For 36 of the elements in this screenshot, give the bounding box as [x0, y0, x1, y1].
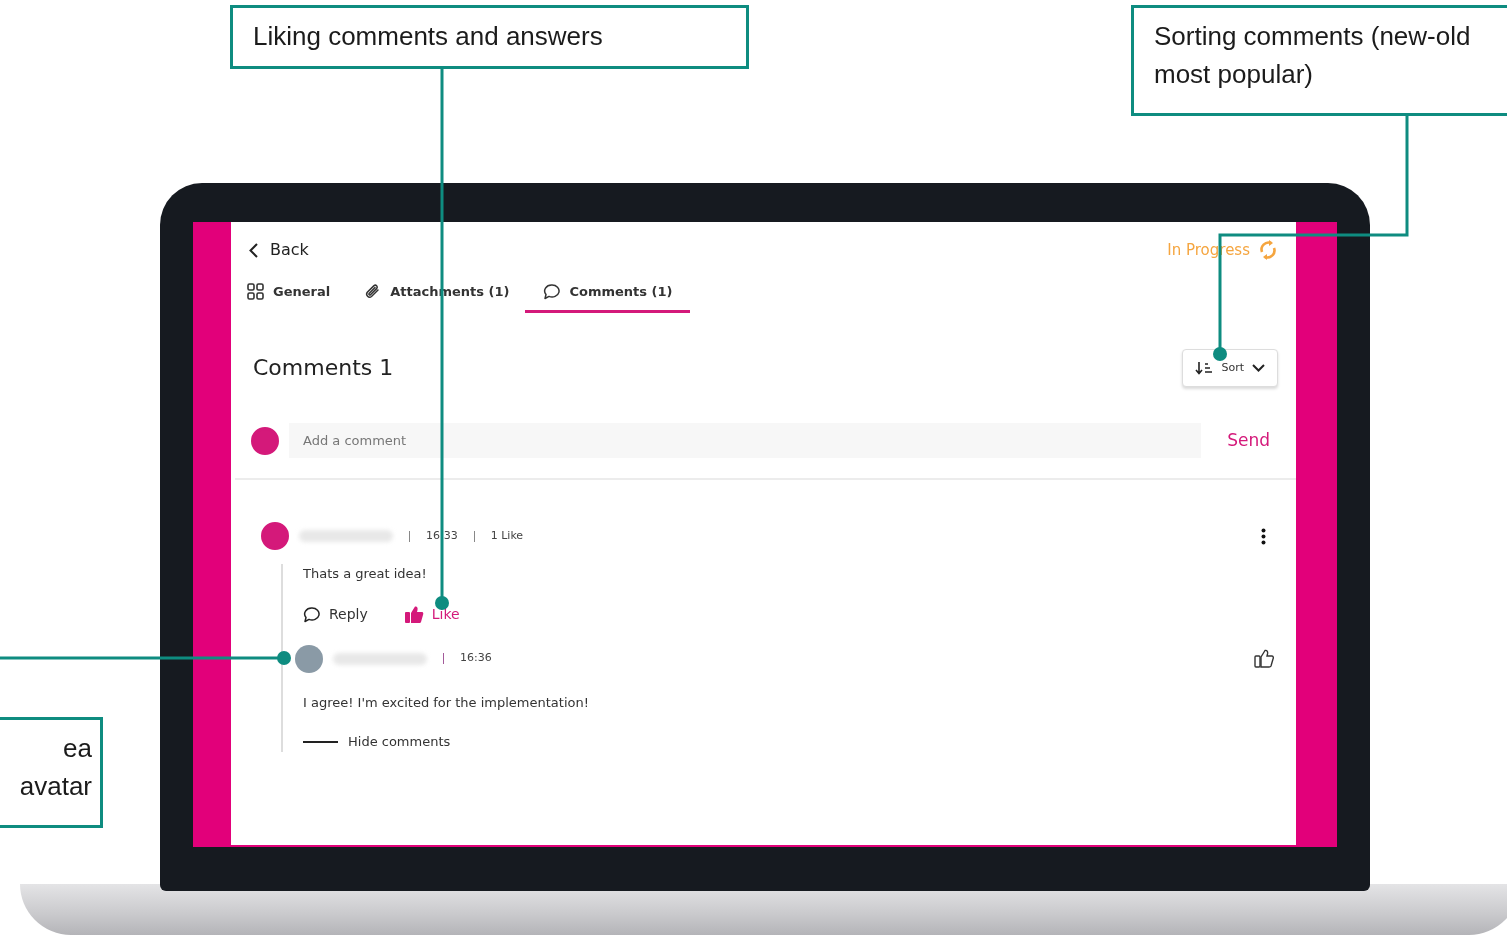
grid-icon — [247, 283, 264, 301]
avatar — [295, 644, 323, 673]
tab[interactable]: Comments (1) — [525, 282, 690, 313]
callout-text: Liking comments and answers — [253, 21, 603, 51]
comment-text: I agree! I'm excited for the implementation! — [303, 693, 590, 712]
chat-icon — [543, 283, 561, 301]
avatar — [251, 426, 279, 455]
more-options-button[interactable] — [1261, 527, 1266, 545]
avatar — [261, 522, 289, 550]
paperclip-icon — [364, 283, 382, 301]
hide-comments-link[interactable]: Hide comments — [303, 732, 451, 752]
refresh-icon — [1258, 239, 1278, 261]
section-heading: Comments 1 — [253, 354, 394, 381]
separator-line — [409, 530, 410, 542]
callout-text: ea — [63, 733, 92, 763]
send-button[interactable]: Send — [1227, 427, 1270, 454]
separator-line — [473, 530, 475, 542]
kebab-icon — [1261, 527, 1266, 545]
back-button[interactable]: Back — [249, 238, 309, 262]
like-count: 1 Like — [490, 527, 524, 544]
separator-line — [443, 653, 444, 664]
sort-icon — [1195, 360, 1214, 375]
chevron-down-icon — [1252, 363, 1265, 372]
chat-icon — [303, 605, 321, 623]
comment-field[interactable]: Add a comment — [289, 423, 1202, 458]
callout-text: Sorting comments (new-old — [1154, 21, 1471, 51]
comment-text: Thats a great idea! — [303, 565, 428, 583]
callout-text: avatar — [19, 771, 92, 801]
like-button[interactable]: Like — [403, 603, 460, 625]
reply-button[interactable]: Reply — [303, 603, 368, 625]
like-button[interactable] — [1254, 649, 1274, 668]
tab[interactable]: General — [247, 282, 331, 313]
chevron-left-icon — [249, 242, 258, 258]
callout-text: most popular) — [1154, 59, 1313, 89]
sort-button[interactable]: Sort — [1182, 348, 1278, 387]
comment-time: 16:36 — [460, 650, 492, 667]
